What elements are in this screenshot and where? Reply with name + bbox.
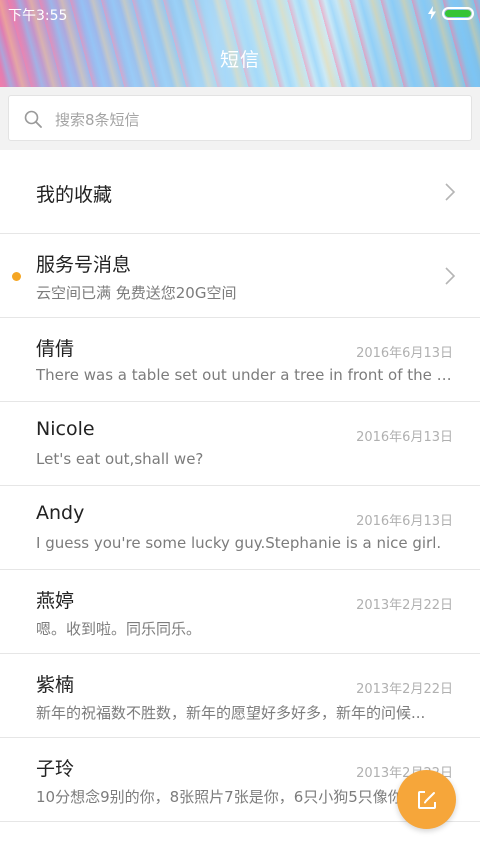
contact-name: 燕婷: [36, 590, 75, 612]
page-title: 短信: [219, 49, 260, 71]
contact-name: Andy: [36, 502, 85, 524]
message-preview: 新年的祝福数不胜数，新年的愿望好多好多，新年的问候...: [36, 704, 426, 722]
conversation-row[interactable]: 倩倩 2016年6月13日 There was a table set out …: [0, 318, 480, 402]
compose-icon: [417, 790, 436, 809]
contact-name: 倩倩: [36, 338, 75, 360]
chevron-right-icon: [445, 267, 456, 285]
contact-name: 紫楠: [36, 674, 75, 696]
chevron-right-icon: [445, 183, 456, 201]
status-bar: 下午3:55: [0, 0, 480, 26]
charging-icon: [428, 6, 436, 20]
header: 下午3:55 短信: [0, 0, 480, 87]
service-title: 服务号消息: [36, 254, 132, 276]
battery-level: [445, 9, 471, 17]
service-messages-row[interactable]: 服务号消息 云空间已满 免费送您20G空间: [0, 234, 480, 318]
message-date: 2013年2月22日: [356, 682, 453, 697]
compose-button[interactable]: [397, 770, 456, 829]
conversation-row[interactable]: 紫楠 2013年2月22日 新年的祝福数不胜数，新年的愿望好多好多，新年的问候.…: [0, 654, 480, 738]
contact-name: 子玲: [36, 758, 75, 780]
conversation-row[interactable]: Andy 2016年6月13日 I guess you're some luck…: [0, 486, 480, 570]
favorites-row[interactable]: 我的收藏: [0, 150, 480, 234]
message-preview: There was a table set out under a tree i…: [36, 366, 452, 384]
search-input[interactable]: 搜索8条短信: [8, 95, 472, 141]
search-placeholder: 搜索8条短信: [55, 111, 140, 129]
message-preview: 10分想念9别的你，8张照片7张是你，6只小狗5只像你: [36, 788, 403, 806]
message-date: 2016年6月13日: [356, 430, 453, 445]
favorites-label: 我的收藏: [36, 184, 113, 206]
status-time: 下午3:55: [8, 8, 68, 24]
conversation-row[interactable]: 燕婷 2013年2月22日 嗯。收到啦。同乐同乐。: [0, 570, 480, 654]
search-icon: [24, 110, 42, 128]
unread-dot: [12, 272, 21, 281]
status-indicators: [427, 6, 474, 20]
message-preview: Let's eat out,shall we?: [36, 450, 204, 468]
message-date: 2013年2月22日: [356, 598, 453, 613]
service-subtitle: 云空间已满 免费送您20G空间: [36, 284, 237, 302]
search-bar: 搜索8条短信: [0, 87, 480, 150]
message-preview: I guess you're some lucky guy.Stephanie …: [36, 534, 442, 552]
message-preview: 嗯。收到啦。同乐同乐。: [36, 620, 202, 638]
battery-icon: [442, 6, 474, 20]
message-date: 2016年6月13日: [356, 346, 453, 361]
contact-name: Nicole: [36, 418, 95, 440]
message-date: 2016年6月13日: [356, 514, 453, 529]
conversation-row[interactable]: Nicole 2016年6月13日 Let's eat out,shall we…: [0, 402, 480, 486]
message-list: 我的收藏 服务号消息 云空间已满 免费送您20G空间 倩倩 2016年6月13日…: [0, 150, 480, 822]
